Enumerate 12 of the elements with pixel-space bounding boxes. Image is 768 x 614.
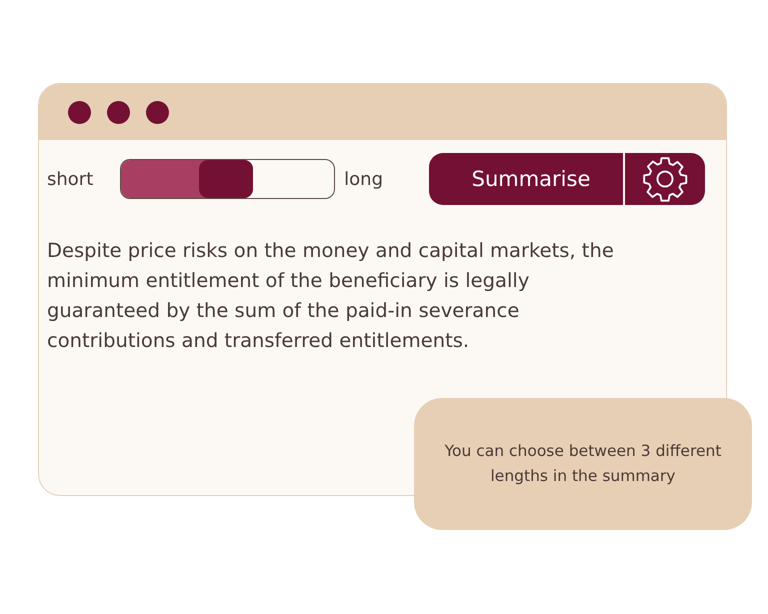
window-dot-icon[interactable] — [68, 100, 91, 124]
summary-text: Despite price risks on the money and capital markets, the minimum entitlement of the beneficiary is legally guaranteed by the sum of the paid-in severance contributions and transferred entitlements. — [47, 238, 615, 354]
tooltip-text: You can choose between 3 different lengths in the summary — [444, 441, 722, 487]
settings-icon — [640, 154, 690, 204]
slider-min-label: short — [47, 168, 94, 190]
summarise-button[interactable]: Summarise — [429, 153, 625, 205]
window-dot-icon[interactable] — [107, 100, 130, 124]
window-dot-icon[interactable] — [146, 100, 169, 124]
slider-max-label: long — [344, 168, 383, 190]
length-slider-track[interactable] — [120, 159, 336, 199]
settings-button[interactable] — [625, 153, 705, 205]
slider-thumb[interactable] — [199, 160, 254, 198]
